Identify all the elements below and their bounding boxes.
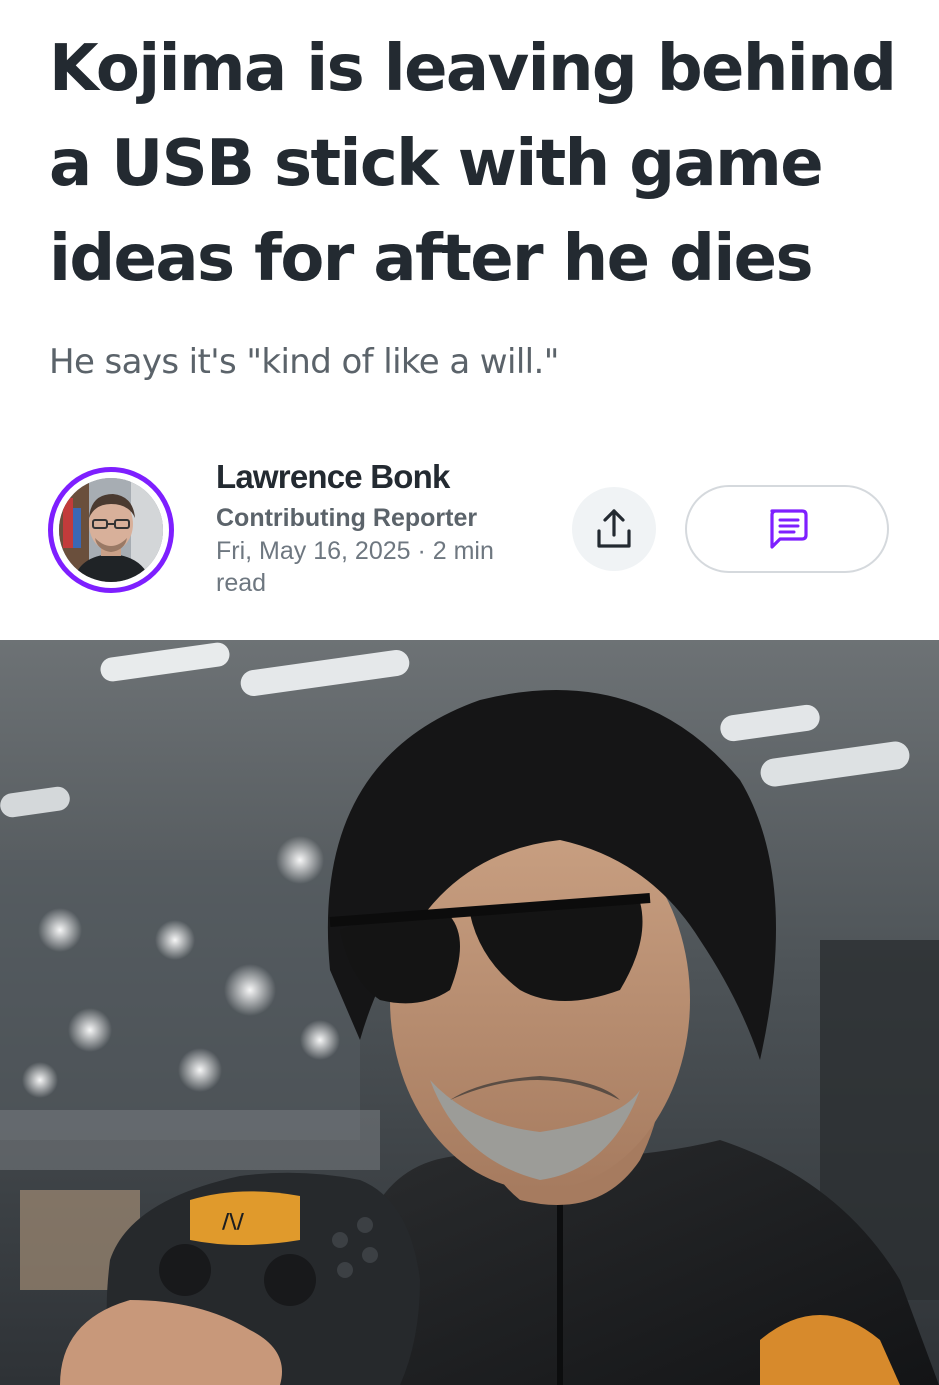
author-name[interactable]: Lawrence Bonk — [216, 455, 556, 499]
comment-bubble-icon — [770, 509, 808, 549]
hero-image[interactable]: /\/ — [0, 640, 939, 1385]
headline: Kojima is leaving behind a USB stick wit… — [49, 32, 897, 296]
controller-logo-text: /\/ — [222, 1209, 245, 1233]
publish-date-read-time: Fri, May 16, 2025 · 2 min read — [216, 537, 494, 597]
author-role: Contributing Reporter — [216, 504, 478, 532]
hero-photo: /\/ — [0, 640, 939, 1385]
author-info: Lawrence Bonk Contributing Reporter Fri,… — [216, 455, 556, 599]
byline: Lawrence Bonk Contributing Reporter Fri,… — [48, 455, 898, 615]
subheadline: He says it's "kind of like a will." — [49, 342, 559, 382]
comments-button[interactable] — [685, 485, 889, 573]
author-avatar-ring[interactable] — [48, 467, 174, 593]
author-avatar[interactable] — [59, 478, 163, 582]
share-upload-icon — [597, 509, 631, 548]
article: Kojima is leaving behind a USB stick wit… — [0, 0, 939, 1385]
share-button[interactable] — [572, 487, 656, 571]
author-avatar-image — [59, 478, 163, 582]
